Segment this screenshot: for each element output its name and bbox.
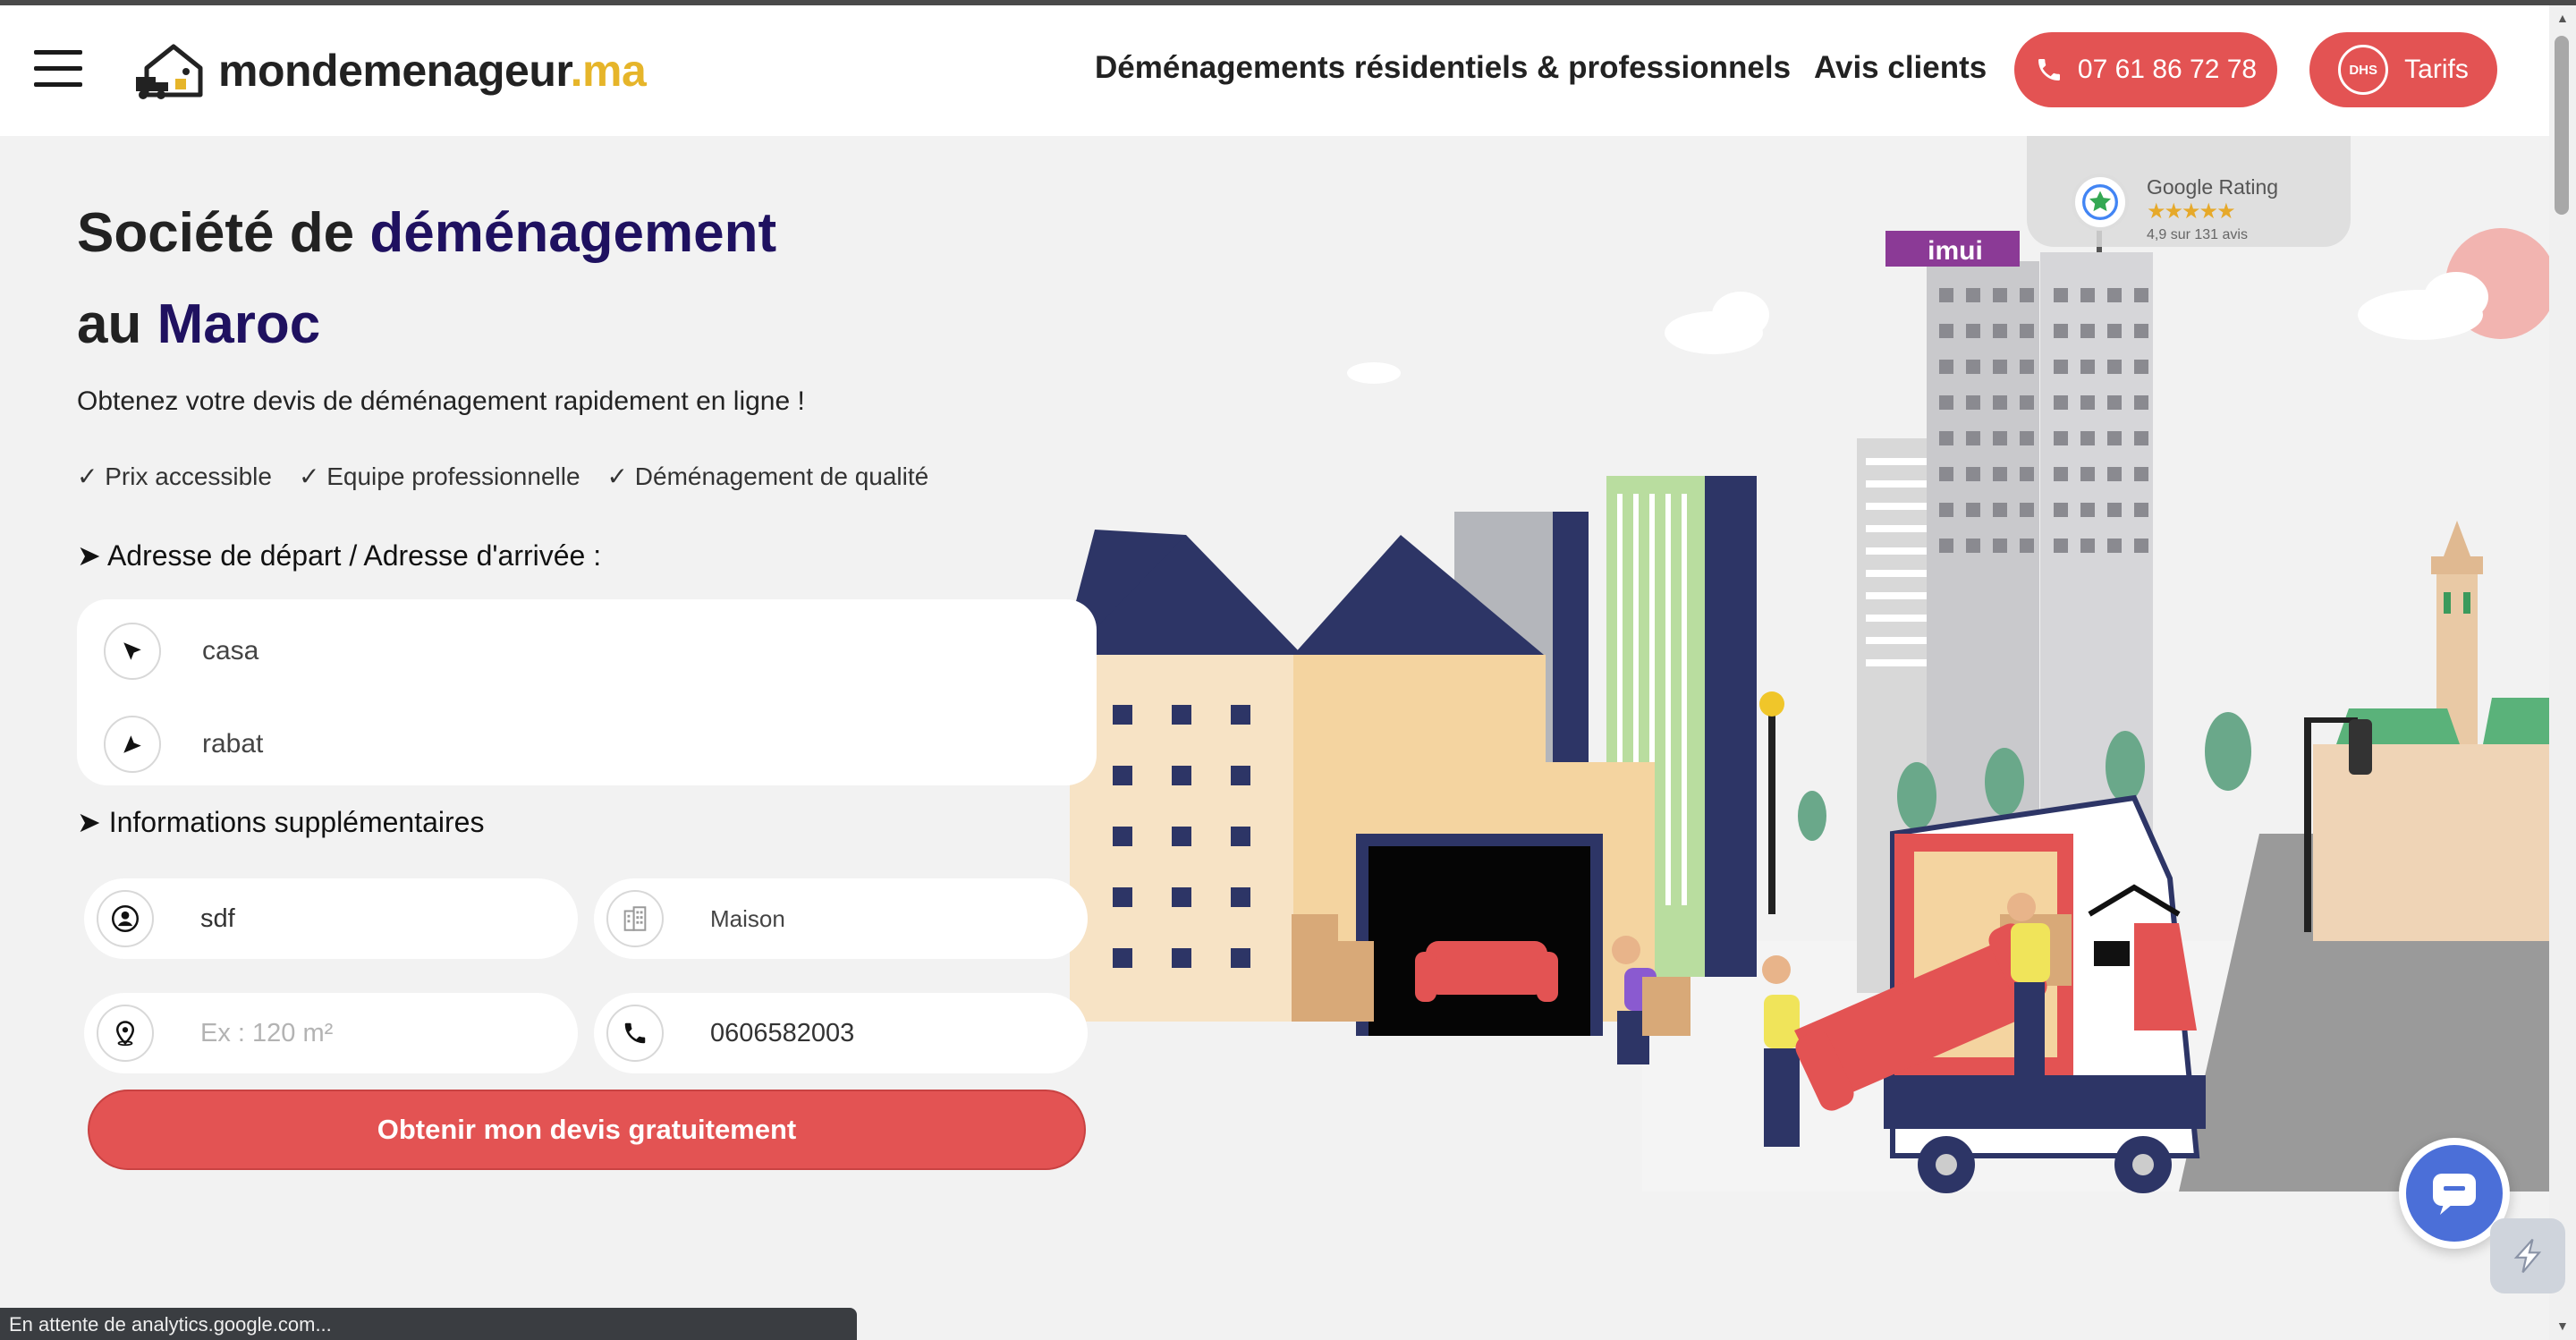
google-star-icon (2072, 174, 2129, 231)
title-line-2-bold: Maroc (157, 293, 321, 355)
title-line-1-text: Société de (77, 202, 370, 264)
building-sign: imui (1928, 236, 1983, 266)
call-button[interactable]: 07 61 86 72 78 (2014, 32, 2277, 107)
phone-icon (2038, 59, 2060, 81)
scroll-up-arrow-icon[interactable]: ▲ (2556, 11, 2569, 25)
get-quote-button[interactable]: Obtenir mon devis gratuitement (88, 1090, 1086, 1170)
phone-value[interactable]: 0606582003 (710, 1019, 854, 1048)
name-field[interactable]: sdf (84, 878, 578, 959)
logo-tld: .ma (570, 46, 647, 96)
scrollbar-thumb[interactable] (2555, 36, 2569, 215)
tarifs-button[interactable]: DHS Tarifs (2309, 32, 2497, 107)
location-pin-icon (97, 1005, 154, 1062)
title-line-1-bold: déménagement (369, 202, 777, 264)
scroll-down-arrow-icon[interactable]: ▼ (2556, 1319, 2569, 1333)
destination-arrow-icon (104, 716, 161, 773)
rating-label: Google Rating (2147, 175, 2279, 199)
housing-type-value[interactable]: Maison (710, 905, 785, 933)
surface-placeholder[interactable]: Ex : 120 m² (200, 1019, 333, 1048)
check-team: ✓ Equipe professionnelle (298, 462, 580, 490)
name-value[interactable]: sdf (200, 904, 235, 934)
tarifs-button-label: Tarifs (2404, 55, 2469, 84)
arrival-value[interactable]: rabat (202, 729, 263, 759)
feature-checklist: ✓ Prix accessible ✓ Equipe professionnel… (77, 462, 928, 491)
housing-type-select[interactable]: Maison (594, 878, 1088, 959)
site-logo[interactable]: mondemenageur.ma (134, 39, 647, 102)
surface-field[interactable]: Ex : 120 m² (84, 993, 578, 1073)
google-rating-badge[interactable]: Google Rating ★★★★★ 4,9 sur 131 avis (2027, 136, 2351, 247)
page-title: Société de déménagement au Maroc (77, 188, 776, 370)
departure-value[interactable]: casa (202, 636, 258, 666)
dhs-icon: DHS (2338, 45, 2389, 95)
extra-info-label: ➤ Informations supplémentaires (77, 806, 485, 838)
nav-reviews-link[interactable]: Avis clients (1814, 50, 1987, 86)
arrival-field[interactable]: rabat (104, 716, 263, 773)
rating-stars: ★★★★★ (2147, 199, 2236, 224)
building-icon (606, 890, 664, 947)
site-header: mondemenageur.ma Déménagements résidenti… (0, 5, 2549, 136)
check-price: ✓ Prix accessible (77, 462, 272, 490)
nav-services-link[interactable]: Déménagements résidentiels & professionn… (1095, 50, 1791, 86)
rating-summary: 4,9 sur 131 avis (2147, 227, 2248, 242)
title-line-2-text: au (77, 293, 157, 355)
address-card: casa rabat (77, 599, 1097, 785)
moving-illustration: imui (1070, 216, 2549, 1193)
call-button-label: 07 61 86 72 78 (2077, 55, 2258, 84)
departure-field[interactable]: casa (104, 623, 258, 680)
menu-icon[interactable] (34, 50, 82, 89)
chat-bubble-icon (2433, 1174, 2476, 1215)
navigation-arrow-icon (104, 623, 161, 680)
logo-name: mondemenageur (218, 46, 571, 96)
quick-action-button[interactable] (2490, 1218, 2565, 1293)
check-quality: ✓ Déménagement de qualité (606, 462, 929, 490)
address-section-label: ➤ Adresse de départ / Adresse d'arrivée … (77, 539, 602, 572)
browser-status-bar: En attente de analytics.google.com... (0, 1308, 857, 1340)
phone-field[interactable]: 0606582003 (594, 993, 1088, 1073)
moving-truck-logo-icon (136, 44, 203, 99)
hero-subtitle: Obtenez votre devis de déménagement rapi… (77, 386, 805, 416)
user-icon (97, 890, 154, 947)
bolt-icon (2513, 1238, 2542, 1274)
phone-icon (606, 1005, 664, 1062)
